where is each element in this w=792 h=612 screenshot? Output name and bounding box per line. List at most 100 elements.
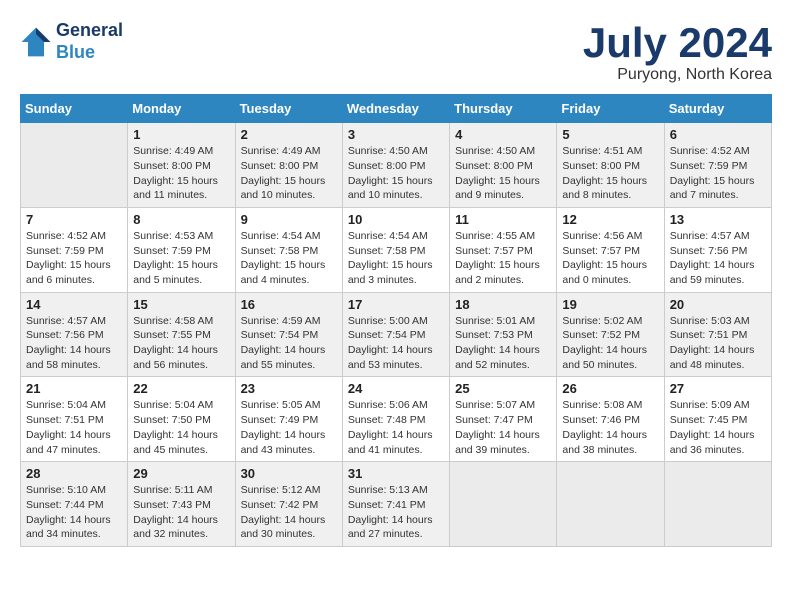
day-info: Sunrise: 4:54 AM Sunset: 7:58 PM Dayligh…: [241, 229, 337, 288]
day-number: 23: [241, 381, 337, 396]
day-info: Sunrise: 5:00 AM Sunset: 7:54 PM Dayligh…: [348, 314, 444, 373]
calendar-day-cell: 29 Sunrise: 5:11 AM Sunset: 7:43 PM Dayli…: [128, 462, 235, 547]
day-number: 20: [670, 297, 766, 312]
logo-text: General Blue: [56, 20, 123, 63]
day-info: Sunrise: 4:49 AM Sunset: 8:00 PM Dayligh…: [133, 144, 229, 203]
calendar-day-cell: 24Sunrise: 5:06 AM Sunset: 7:48 PM Dayli…: [342, 377, 449, 462]
calendar-day-cell: 28 Sunrise: 5:10 AM Sunset: 7:44 PM Dayli…: [21, 462, 128, 547]
day-info: Sunrise: 5:02 AM Sunset: 7:52 PM Dayligh…: [562, 314, 658, 373]
page-header: General Blue July 2024 Puryong, North Ko…: [20, 20, 772, 84]
weekday-header-monday: Monday: [128, 95, 235, 123]
calendar-day-cell: 2 Sunrise: 4:49 AM Sunset: 8:00 PM Daylig…: [235, 123, 342, 208]
calendar-day-cell: 13Sunrise: 4:57 AM Sunset: 7:56 PM Dayli…: [664, 207, 771, 292]
weekday-header-wednesday: Wednesday: [342, 95, 449, 123]
calendar-day-cell: 14 Sunrise: 4:57 AM Sunset: 7:56 PM Dayli…: [21, 292, 128, 377]
day-number: 2: [241, 127, 337, 142]
calendar-day-cell: 6 Sunrise: 4:52 AM Sunset: 7:59 PM Daylig…: [664, 123, 771, 208]
day-number: 3: [348, 127, 444, 142]
day-info: Sunrise: 5:04 AM Sunset: 7:51 PM Dayligh…: [26, 398, 122, 457]
calendar-day-cell: 21 Sunrise: 5:04 AM Sunset: 7:51 PM Dayli…: [21, 377, 128, 462]
day-info: Sunrise: 5:04 AM Sunset: 7:50 PM Dayligh…: [133, 398, 229, 457]
calendar-day-cell: [21, 123, 128, 208]
calendar-day-cell: 17Sunrise: 5:00 AM Sunset: 7:54 PM Dayli…: [342, 292, 449, 377]
day-number: 27: [670, 381, 766, 396]
day-info: Sunrise: 4:53 AM Sunset: 7:59 PM Dayligh…: [133, 229, 229, 288]
calendar-day-cell: 11 Sunrise: 4:55 AM Sunset: 7:57 PM Dayli…: [450, 207, 557, 292]
day-info: Sunrise: 5:05 AM Sunset: 7:49 PM Dayligh…: [241, 398, 337, 457]
day-number: 9: [241, 212, 337, 227]
calendar-day-cell: 25Sunrise: 5:07 AM Sunset: 7:47 PM Dayli…: [450, 377, 557, 462]
day-info: Sunrise: 4:56 AM Sunset: 7:57 PM Dayligh…: [562, 229, 658, 288]
day-number: 18: [455, 297, 551, 312]
calendar-day-cell: 19 Sunrise: 5:02 AM Sunset: 7:52 PM Dayli…: [557, 292, 664, 377]
calendar-day-cell: 20 Sunrise: 5:03 AM Sunset: 7:51 PM Dayli…: [664, 292, 771, 377]
day-number: 22: [133, 381, 229, 396]
day-number: 13: [670, 212, 766, 227]
day-info: Sunrise: 5:11 AM Sunset: 7:43 PM Dayligh…: [133, 483, 229, 542]
day-number: 19: [562, 297, 658, 312]
day-info: Sunrise: 5:13 AM Sunset: 7:41 PM Dayligh…: [348, 483, 444, 542]
calendar-day-cell: 1Sunrise: 4:49 AM Sunset: 8:00 PM Daylig…: [128, 123, 235, 208]
calendar-day-cell: 22 Sunrise: 5:04 AM Sunset: 7:50 PM Dayli…: [128, 377, 235, 462]
calendar-day-cell: 15 Sunrise: 4:58 AM Sunset: 7:55 PM Dayli…: [128, 292, 235, 377]
day-info: Sunrise: 4:52 AM Sunset: 7:59 PM Dayligh…: [670, 144, 766, 203]
weekday-header-saturday: Saturday: [664, 95, 771, 123]
day-number: 28: [26, 466, 122, 481]
calendar-week-row: 14 Sunrise: 4:57 AM Sunset: 7:56 PM Dayli…: [21, 292, 772, 377]
day-number: 4: [455, 127, 551, 142]
day-number: 21: [26, 381, 122, 396]
day-info: Sunrise: 4:58 AM Sunset: 7:55 PM Dayligh…: [133, 314, 229, 373]
calendar-table: SundayMondayTuesdayWednesdayThursdayFrid…: [20, 94, 772, 547]
day-info: Sunrise: 5:10 AM Sunset: 7:44 PM Dayligh…: [26, 483, 122, 542]
day-info: Sunrise: 4:57 AM Sunset: 7:56 PM Dayligh…: [26, 314, 122, 373]
calendar-day-cell: 12Sunrise: 4:56 AM Sunset: 7:57 PM Dayli…: [557, 207, 664, 292]
calendar-day-cell: 3 Sunrise: 4:50 AM Sunset: 8:00 PM Daylig…: [342, 123, 449, 208]
calendar-day-cell: 26Sunrise: 5:08 AM Sunset: 7:46 PM Dayli…: [557, 377, 664, 462]
calendar-day-cell: 7Sunrise: 4:52 AM Sunset: 7:59 PM Daylig…: [21, 207, 128, 292]
day-info: Sunrise: 4:50 AM Sunset: 8:00 PM Dayligh…: [455, 144, 551, 203]
weekday-header-thursday: Thursday: [450, 95, 557, 123]
month-title: July 2024: [583, 20, 772, 66]
day-number: 14: [26, 297, 122, 312]
day-number: 8: [133, 212, 229, 227]
location: Puryong, North Korea: [583, 66, 772, 84]
calendar-day-cell: 8 Sunrise: 4:53 AM Sunset: 7:59 PM Daylig…: [128, 207, 235, 292]
weekday-header-tuesday: Tuesday: [235, 95, 342, 123]
calendar-day-cell: [450, 462, 557, 547]
day-number: 31: [348, 466, 444, 481]
calendar-day-cell: 31 Sunrise: 5:13 AM Sunset: 7:41 PM Dayli…: [342, 462, 449, 547]
calendar-day-cell: 10 Sunrise: 4:54 AM Sunset: 7:58 PM Dayli…: [342, 207, 449, 292]
day-info: Sunrise: 5:07 AM Sunset: 7:47 PM Dayligh…: [455, 398, 551, 457]
day-info: Sunrise: 4:49 AM Sunset: 8:00 PM Dayligh…: [241, 144, 337, 203]
weekday-header-friday: Friday: [557, 95, 664, 123]
calendar-week-row: 7Sunrise: 4:52 AM Sunset: 7:59 PM Daylig…: [21, 207, 772, 292]
weekday-header-sunday: Sunday: [21, 95, 128, 123]
day-number: 10: [348, 212, 444, 227]
calendar-day-cell: 4 Sunrise: 4:50 AM Sunset: 8:00 PM Daylig…: [450, 123, 557, 208]
day-number: 29: [133, 466, 229, 481]
day-info: Sunrise: 5:03 AM Sunset: 7:51 PM Dayligh…: [670, 314, 766, 373]
day-info: Sunrise: 4:55 AM Sunset: 7:57 PM Dayligh…: [455, 229, 551, 288]
title-block: July 2024 Puryong, North Korea: [583, 20, 772, 84]
calendar-week-row: 21 Sunrise: 5:04 AM Sunset: 7:51 PM Dayli…: [21, 377, 772, 462]
day-number: 6: [670, 127, 766, 142]
day-info: Sunrise: 4:54 AM Sunset: 7:58 PM Dayligh…: [348, 229, 444, 288]
weekday-header-row: SundayMondayTuesdayWednesdayThursdayFrid…: [21, 95, 772, 123]
calendar-week-row: 28 Sunrise: 5:10 AM Sunset: 7:44 PM Dayli…: [21, 462, 772, 547]
day-number: 5: [562, 127, 658, 142]
day-info: Sunrise: 5:06 AM Sunset: 7:48 PM Dayligh…: [348, 398, 444, 457]
calendar-day-cell: [664, 462, 771, 547]
calendar-day-cell: 30 Sunrise: 5:12 AM Sunset: 7:42 PM Dayli…: [235, 462, 342, 547]
day-number: 15: [133, 297, 229, 312]
day-info: Sunrise: 5:09 AM Sunset: 7:45 PM Dayligh…: [670, 398, 766, 457]
day-info: Sunrise: 5:08 AM Sunset: 7:46 PM Dayligh…: [562, 398, 658, 457]
calendar-week-row: 1Sunrise: 4:49 AM Sunset: 8:00 PM Daylig…: [21, 123, 772, 208]
day-info: Sunrise: 4:51 AM Sunset: 8:00 PM Dayligh…: [562, 144, 658, 203]
calendar-day-cell: 16Sunrise: 4:59 AM Sunset: 7:54 PM Dayli…: [235, 292, 342, 377]
logo: General Blue: [20, 20, 123, 63]
day-number: 30: [241, 466, 337, 481]
day-number: 16: [241, 297, 337, 312]
day-number: 11: [455, 212, 551, 227]
day-info: Sunrise: 4:50 AM Sunset: 8:00 PM Dayligh…: [348, 144, 444, 203]
day-info: Sunrise: 5:12 AM Sunset: 7:42 PM Dayligh…: [241, 483, 337, 542]
